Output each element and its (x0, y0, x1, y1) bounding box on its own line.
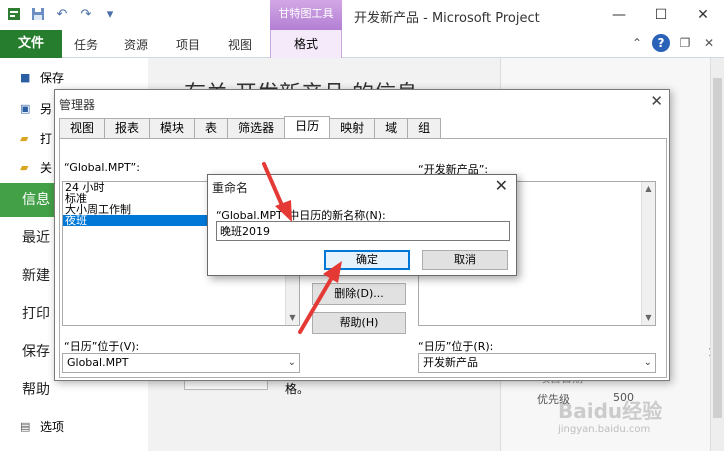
nav-save-as-label: 另 (40, 102, 53, 116)
tab-project[interactable]: 项目 (176, 36, 200, 53)
rename-dialog: 重命名 ✕ “Global.MPT”中日历的新名称(N): 确定 取消 (207, 174, 517, 276)
title-bar: ↶ ↷ ▾ 甘特图工具 开发新产品 - Microsoft Project — … (0, 0, 724, 30)
nav-options-label: 选项 (40, 420, 65, 434)
close-icon[interactable]: ✕ (495, 176, 508, 195)
left-location-select[interactable]: Global.MPT ⌄ (62, 353, 300, 373)
tab-resource[interactable]: 资源 (124, 36, 148, 53)
right-location-select[interactable]: 开发新产品 ⌄ (418, 353, 656, 373)
minimize-ribbon-icon[interactable]: ⌃ (628, 34, 646, 52)
scroll-up-icon[interactable]: ▲ (642, 182, 655, 196)
redo-icon[interactable]: ↷ (78, 6, 94, 22)
right-location-label: “日历”位于(R): (418, 340, 494, 353)
maximize-button[interactable]: ☐ (640, 0, 682, 30)
tab-tables[interactable]: 表 (194, 118, 229, 138)
main-scrollbar[interactable] (710, 58, 724, 451)
nav-save-label: 保存 (40, 71, 65, 85)
tab-format[interactable]: 格式 (270, 30, 342, 58)
scroll-down-icon[interactable]: ▼ (286, 311, 299, 325)
tab-groups[interactable]: 组 (407, 118, 442, 138)
restore-window-icon[interactable]: ❐ (676, 34, 694, 52)
right-location-value: 开发新产品 (423, 356, 478, 369)
rename-title: 重命名 (212, 181, 249, 195)
tab-calendars[interactable]: 日历 (284, 116, 331, 138)
left-location-label: “日历”位于(V): (64, 340, 140, 353)
chevron-down-icon: ⌄ (287, 357, 296, 368)
options-icon: ▤ (20, 419, 31, 433)
tab-task[interactable]: 任务 (74, 36, 98, 53)
app-icon[interactable] (6, 6, 22, 22)
tab-maps[interactable]: 映射 (329, 118, 376, 138)
tab-views[interactable]: 视图 (59, 118, 106, 138)
tab-reports[interactable]: 报表 (104, 118, 151, 138)
ribbon-right-controls: ⌃ ? ❐ ✕ (628, 34, 718, 52)
nav-save[interactable]: ■ 保存 (20, 69, 64, 86)
customize-qat-icon[interactable]: ▾ (102, 6, 118, 22)
gantt-chart-tools-label: 甘特图工具 (270, 0, 342, 30)
tab-view[interactable]: 视图 (228, 36, 252, 53)
cancel-button[interactable]: 取消 (422, 250, 508, 270)
left-location-value: Global.MPT (67, 356, 129, 369)
nav-options[interactable]: ▤ 选项 (20, 418, 64, 435)
folder-icon: ▰ (20, 160, 29, 174)
nav-open-label: 打 (40, 132, 53, 146)
nav-close[interactable]: ▰ 关 (20, 159, 52, 176)
nav-close-label: 关 (40, 161, 53, 175)
watermark-url: jingyan.baidu.com (558, 424, 651, 435)
quick-access-toolbar: ↶ ↷ ▾ (6, 6, 118, 22)
organizer-title: 管理器 (59, 98, 96, 112)
ribbon-tabs: 文件 任务 资源 项目 视图 格式 ⌃ ? ❐ ✕ (0, 30, 724, 58)
help-button[interactable]: 帮助(H) (312, 312, 406, 334)
delete-button[interactable]: 删除(D)... (312, 283, 406, 305)
open-icon: ▰ (20, 131, 29, 145)
minimize-button[interactable]: — (598, 0, 640, 30)
watermark-logo-text: Baidu经验 (558, 399, 663, 423)
scroll-thumb[interactable] (713, 78, 722, 418)
nav-save-as[interactable]: ▣ 另 (20, 100, 52, 117)
chevron-down-icon: ⌄ (643, 357, 652, 368)
nav-open[interactable]: ▰ 打 (20, 130, 52, 147)
window-title: 开发新产品 - Microsoft Project (354, 11, 540, 26)
ok-button[interactable]: 确定 (324, 250, 410, 270)
save-icon[interactable] (30, 6, 46, 22)
list-item-selected[interactable]: 夜班 (63, 215, 207, 226)
close-icon[interactable]: ✕ (650, 92, 663, 110)
help-icon[interactable]: ? (652, 34, 670, 52)
tab-fields[interactable]: 域 (374, 118, 409, 138)
right-list-scrollbar[interactable]: ▲ ▼ (641, 182, 655, 325)
organizer-tabs: 视图 报表 模块 表 筛选器 日历 映射 域 组 (59, 116, 442, 138)
close-document-icon[interactable]: ✕ (700, 34, 718, 52)
scroll-down-icon[interactable]: ▼ (642, 311, 655, 325)
tab-file[interactable]: 文件 (0, 30, 62, 58)
left-list-label: “Global.MPT”: (64, 161, 140, 174)
close-button[interactable]: ✕ (682, 0, 724, 30)
save-as-icon: ▣ (20, 101, 31, 115)
undo-icon[interactable]: ↶ (54, 6, 70, 22)
new-name-input[interactable] (216, 221, 510, 241)
tab-modules[interactable]: 模块 (149, 118, 196, 138)
save-icon: ■ (20, 70, 31, 84)
tab-filters[interactable]: 筛选器 (227, 118, 286, 138)
partial-text: 格。 (285, 382, 310, 396)
window-controls: — ☐ ✕ (598, 0, 724, 30)
baidu-watermark: Baidu经验 jingyan.baidu.com (558, 395, 708, 435)
